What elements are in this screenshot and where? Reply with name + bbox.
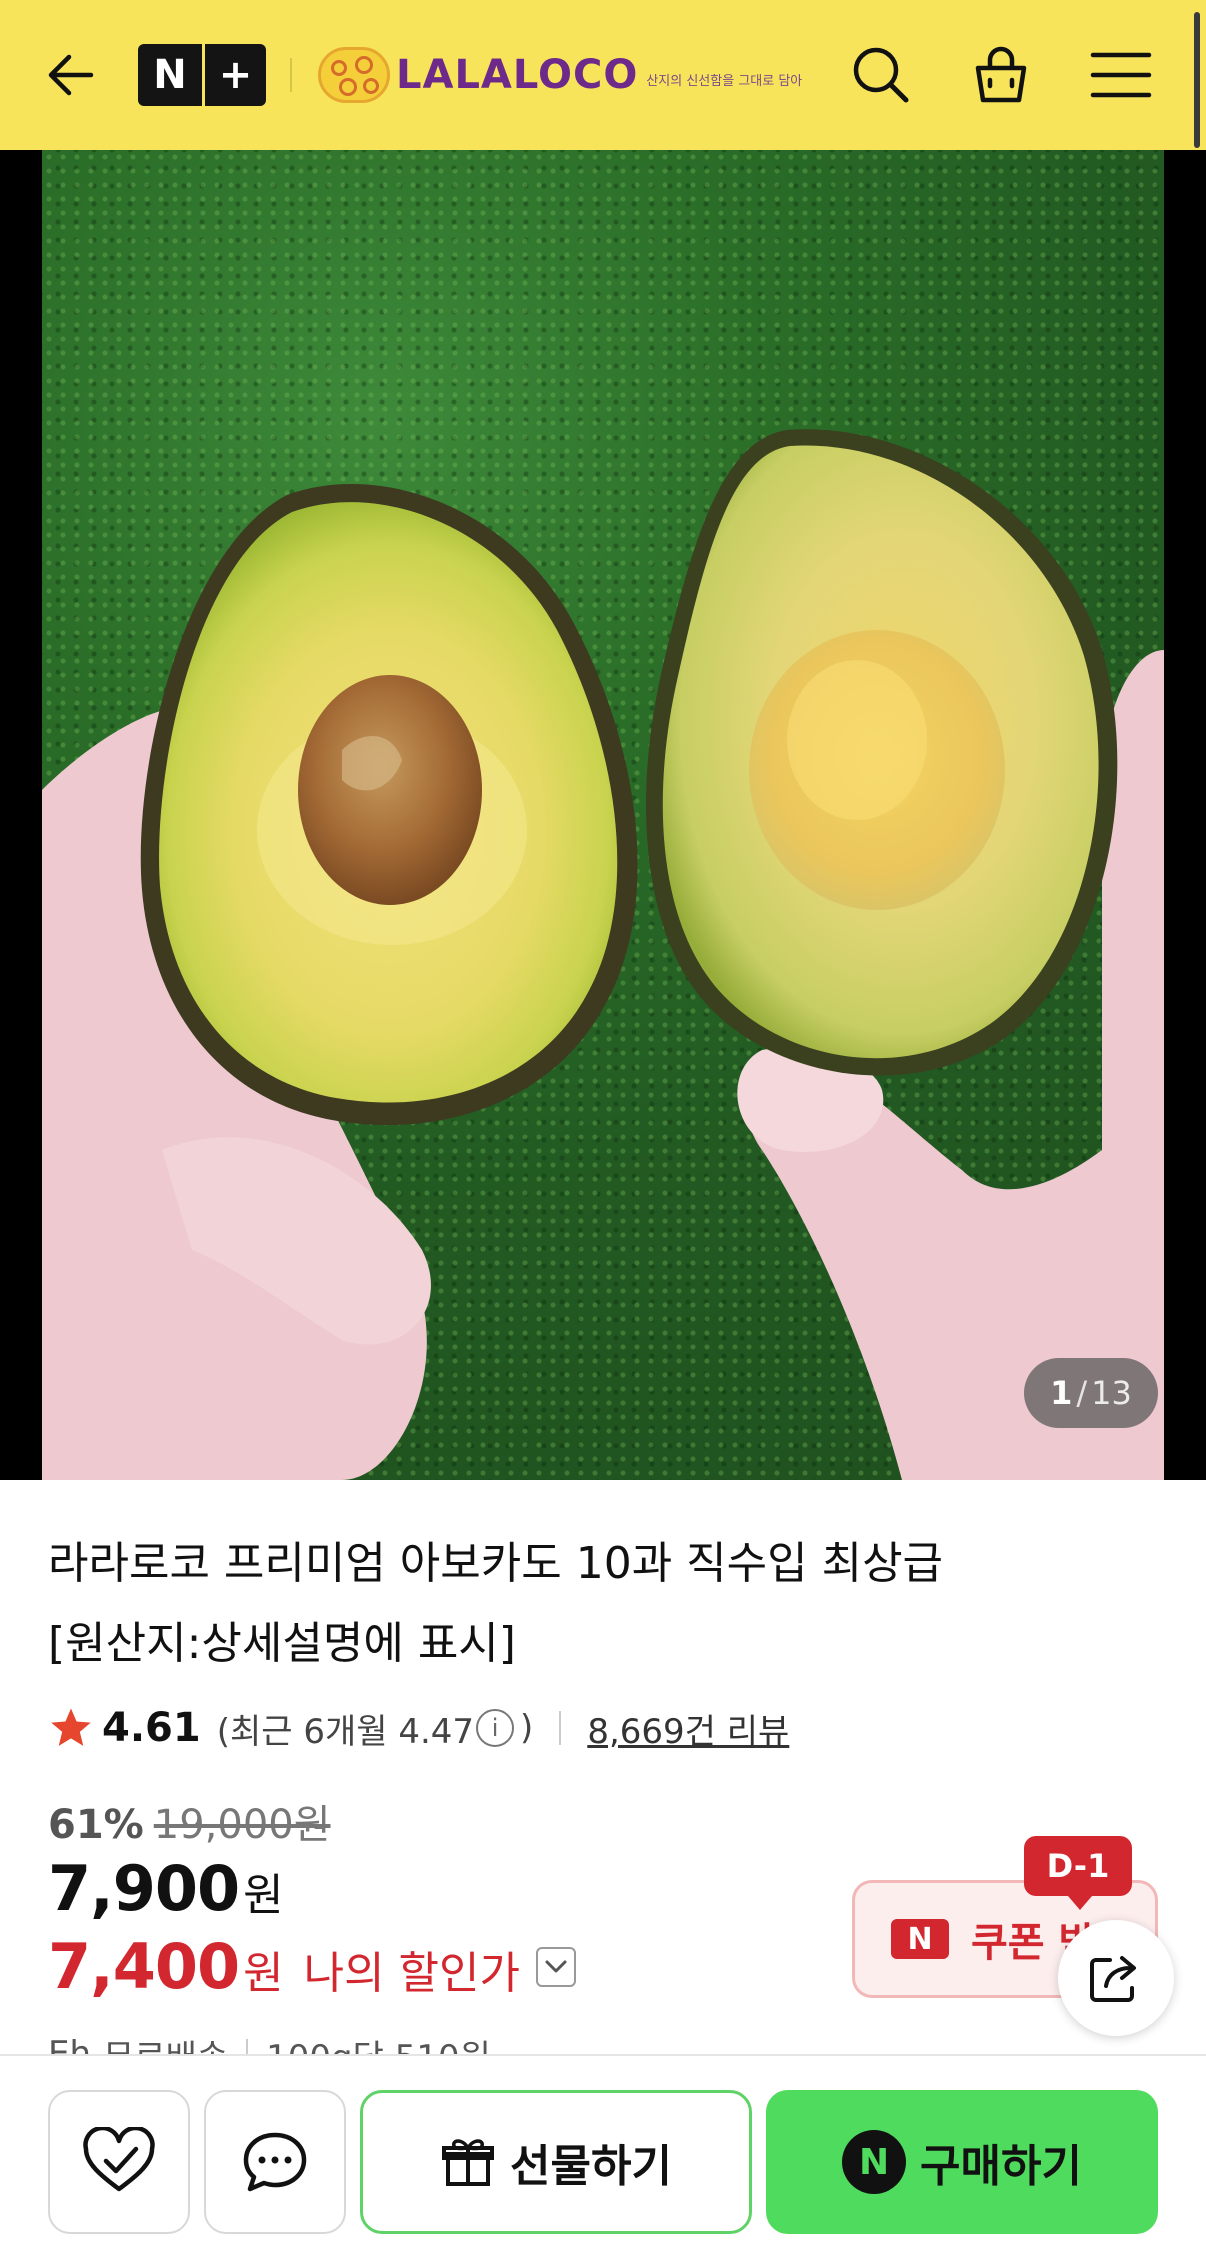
cart-button[interactable] (956, 30, 1046, 120)
rating-row: 4.61 (최근 6개월 4.47 i ) 8,669건 리뷰 (48, 1698, 789, 1758)
coupon-deadline-badge: D-1 (1024, 1836, 1132, 1910)
sale-price-row: 7,900 원 (48, 1852, 284, 1925)
recent-rating-text: (최근 6개월 4.47 (216, 1711, 475, 1752)
search-button[interactable] (836, 30, 926, 120)
info-icon[interactable]: i (476, 1709, 515, 1747)
brand-tagline: 산지의 신선함을 그대로 담아 (646, 73, 803, 89)
sale-price-unit: 원 (243, 1870, 284, 1921)
product-title-line-2: [원산지:상세설명에 표시] (48, 1618, 516, 1669)
image-counter-current: 1 (1050, 1374, 1073, 1412)
my-discount-price: 7,400 (48, 1930, 240, 2003)
naver-pay-badge: N (842, 2130, 907, 2194)
chevron-down-icon (545, 1960, 567, 1972)
store-brand[interactable]: LALALOCO 산지의 신선함을 그대로 담아 (318, 44, 802, 106)
rating-divider (559, 1711, 562, 1745)
product-image-gallery[interactable]: 1 / 13 (0, 150, 1206, 1480)
sale-price: 7,900 (48, 1852, 240, 1925)
discount-row: 61% 19,000원 (48, 1792, 331, 1850)
star-icon (51, 1708, 91, 1746)
brand-name: LALALOCO (396, 52, 639, 98)
search-icon (853, 47, 909, 103)
wishlist-button[interactable] (48, 2090, 190, 2234)
naver-plus-n: N (153, 52, 187, 98)
product-title: 라라로코 프리미엄 아보카도 10과 직수입 최상급 [원산지:상세설명에 표시… (48, 1524, 1148, 1684)
back-button[interactable] (26, 30, 116, 120)
chat-button[interactable] (204, 2090, 346, 2234)
top-header: N + LALALOCO 산지의 신선함을 그대로 담아 (0, 0, 1206, 150)
menu-button[interactable] (1076, 30, 1166, 120)
image-counter: 1 / 13 (1024, 1358, 1158, 1428)
product-title-line-1: 라라로코 프리미엄 아보카도 10과 직수입 최상급 (48, 1538, 944, 1589)
recent-rating: (최근 6개월 4.47 i ) (217, 1704, 534, 1753)
gift-button[interactable]: 선물하기 (360, 2090, 752, 2234)
image-counter-separator: / (1076, 1374, 1088, 1412)
shopping-bag-icon (975, 46, 1027, 103)
my-discount-price-row[interactable]: 7,400 원 나의 할인가 (48, 1930, 576, 2003)
my-discount-price-unit: 원 (243, 1948, 284, 1999)
gift-button-label: 선물하기 (510, 2141, 672, 2192)
heart-check-icon (83, 2127, 155, 2192)
recent-rating-close: ) (520, 1708, 534, 1748)
share-button[interactable] (1058, 1920, 1174, 2036)
discount-percent: 61% (48, 1802, 144, 1848)
avocado-halves-image (42, 429, 1164, 1480)
naver-plus-store-logo[interactable]: N + (138, 44, 266, 106)
gift-icon (442, 2139, 495, 2186)
buy-button-label: 구매하기 (920, 2141, 1082, 2192)
share-icon (1090, 1956, 1136, 2002)
page-scrollbar[interactable] (1194, 12, 1200, 148)
header-divider (290, 58, 292, 92)
price-detail-toggle[interactable] (536, 1946, 576, 1987)
product-photo[interactable] (42, 150, 1164, 1480)
my-discount-price-label: 나의 할인가 (303, 1948, 520, 1999)
arrow-left-icon (48, 54, 94, 96)
review-count-link[interactable]: 8,669건 리뷰 (587, 1704, 789, 1753)
buy-button[interactable]: N 구매하기 (766, 2090, 1158, 2234)
bottom-action-bar: 선물하기 N 구매하기 (0, 2054, 1206, 2260)
naver-plus-plus: + (202, 44, 266, 106)
rating-score: 4.61 (102, 1705, 201, 1751)
original-price: 19,000원 (153, 1802, 331, 1848)
image-counter-total: 13 (1091, 1374, 1132, 1412)
hamburger-menu-icon (1090, 52, 1152, 98)
naver-n-badge: N (891, 1919, 949, 1959)
chat-bubble-icon (243, 2132, 307, 2192)
brand-logo-icon (318, 47, 390, 103)
